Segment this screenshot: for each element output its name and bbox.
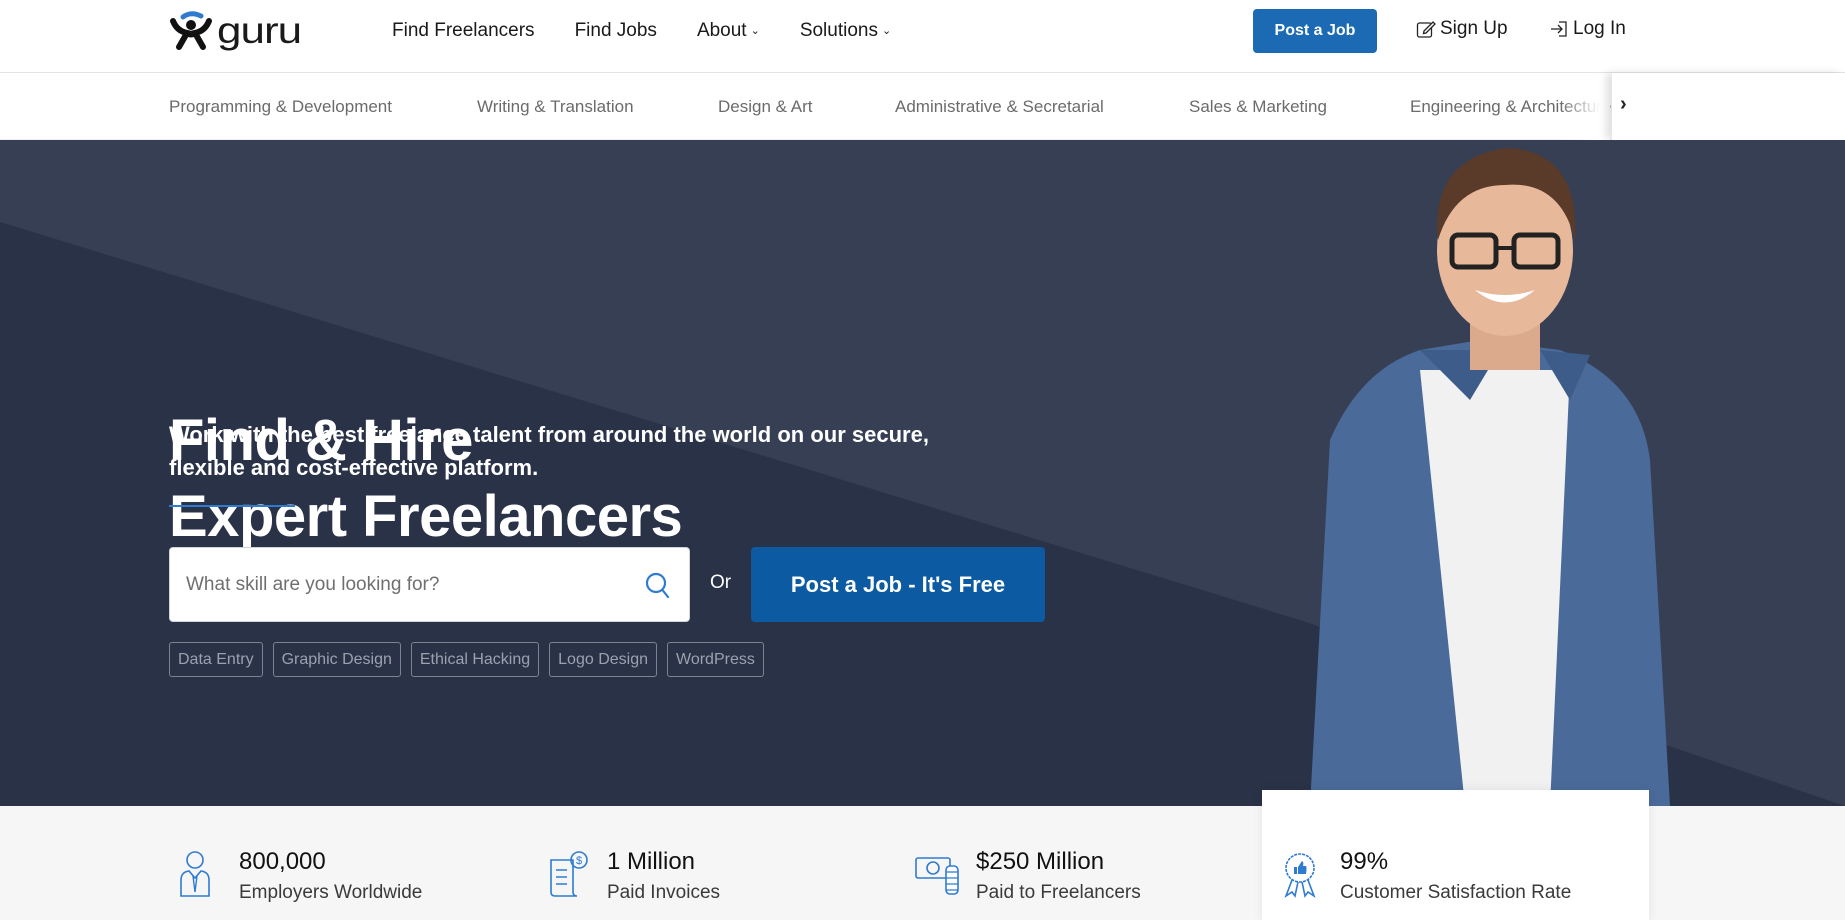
or-label: Or (710, 572, 732, 593)
popular-skill-tags: Data Entry Graphic Design Ethical Hackin… (169, 642, 774, 677)
stat-paid: $250 Million Paid to Freelancers (914, 848, 1141, 904)
nav-label: Find Jobs (574, 20, 657, 41)
guru-logo[interactable]: guru (169, 9, 302, 52)
category-programming[interactable]: Programming & Development (169, 97, 392, 117)
stat-value: 99% (1340, 848, 1389, 875)
category-writing[interactable]: Writing & Translation (477, 97, 634, 117)
nav-find-jobs[interactable]: Find Jobs (575, 20, 657, 42)
hero-subtitle: Work with the best freelance talent from… (169, 422, 929, 480)
skill-search-box (169, 547, 690, 622)
hero-divider (169, 505, 295, 507)
svg-text:$: $ (576, 855, 582, 867)
money-icon (915, 857, 959, 895)
skill-tag[interactable]: Ethical Hacking (410, 642, 540, 677)
skill-tag[interactable]: Logo Design (549, 642, 657, 677)
post-job-free-button[interactable]: Post a Job - It's Free (751, 547, 1045, 622)
nav-label: Solutions (799, 20, 878, 41)
sign-up-label: Sign Up (1440, 18, 1508, 39)
stat-satisfaction: 99% Customer Satisfaction Rate (1278, 848, 1571, 904)
stat-value: 1 Million (607, 848, 696, 875)
employer-icon (180, 851, 210, 897)
login-icon (1551, 21, 1567, 37)
skill-tag[interactable]: Data Entry (169, 642, 263, 677)
hero-person-image (1310, 148, 1670, 806)
stat-employers: 800,000 Employers Worldwide (177, 848, 422, 904)
category-scroll-right[interactable]: › (1612, 73, 1845, 140)
post-job-button[interactable]: Post a Job (1253, 9, 1377, 53)
skill-tag[interactable]: Graphic Design (272, 642, 401, 677)
nav-about[interactable]: About ⌄ (697, 20, 760, 42)
stat-label: Paid Invoices (607, 882, 721, 903)
skill-tag[interactable]: WordPress (667, 642, 764, 677)
stat-value: 800,000 (239, 848, 326, 875)
category-design[interactable]: Design & Art (718, 97, 813, 117)
edit-icon (1416, 21, 1436, 38)
nav-label: Find Freelancers (392, 20, 535, 41)
nav-label: About (696, 20, 747, 41)
stat-value: $250 Million (976, 848, 1105, 875)
chevron-down-icon: ⌄ (750, 24, 760, 37)
logo-text: guru (217, 9, 302, 52)
skill-search-input[interactable] (186, 548, 626, 621)
stat-invoices: $ 1 Million Paid Invoices (545, 848, 720, 904)
guru-logo-icon (170, 11, 212, 50)
sign-up-link[interactable]: Sign Up (1416, 18, 1508, 40)
stat-label: Customer Satisfaction Rate (1340, 882, 1572, 903)
main-nav: Find Freelancers Find Jobs About ⌄ Soluti… (392, 0, 931, 62)
site-header: guru Find Freelancers Find Jobs About ⌄ S… (0, 0, 1845, 73)
category-sales[interactable]: Sales & Marketing (1189, 97, 1327, 117)
invoice-icon: $ (550, 851, 588, 897)
nav-solutions[interactable]: Solutions ⌄ (800, 20, 891, 42)
chevron-right-icon[interactable]: › (1620, 93, 1627, 116)
log-in-link[interactable]: Log In (1549, 18, 1626, 40)
hero-title-line2: Expert Freelancers (169, 484, 683, 549)
nav-find-freelancers[interactable]: Find Freelancers (392, 20, 535, 42)
stat-label: Employers Worldwide (239, 882, 423, 903)
search-icon[interactable] (645, 572, 671, 600)
category-fade (1560, 73, 1610, 140)
stat-label: Paid to Freelancers (976, 882, 1141, 903)
chevron-down-icon: ⌄ (881, 24, 892, 37)
log-in-label: Log In (1573, 18, 1626, 39)
award-icon (1284, 853, 1316, 899)
category-administrative[interactable]: Administrative & Secretarial (895, 97, 1104, 117)
